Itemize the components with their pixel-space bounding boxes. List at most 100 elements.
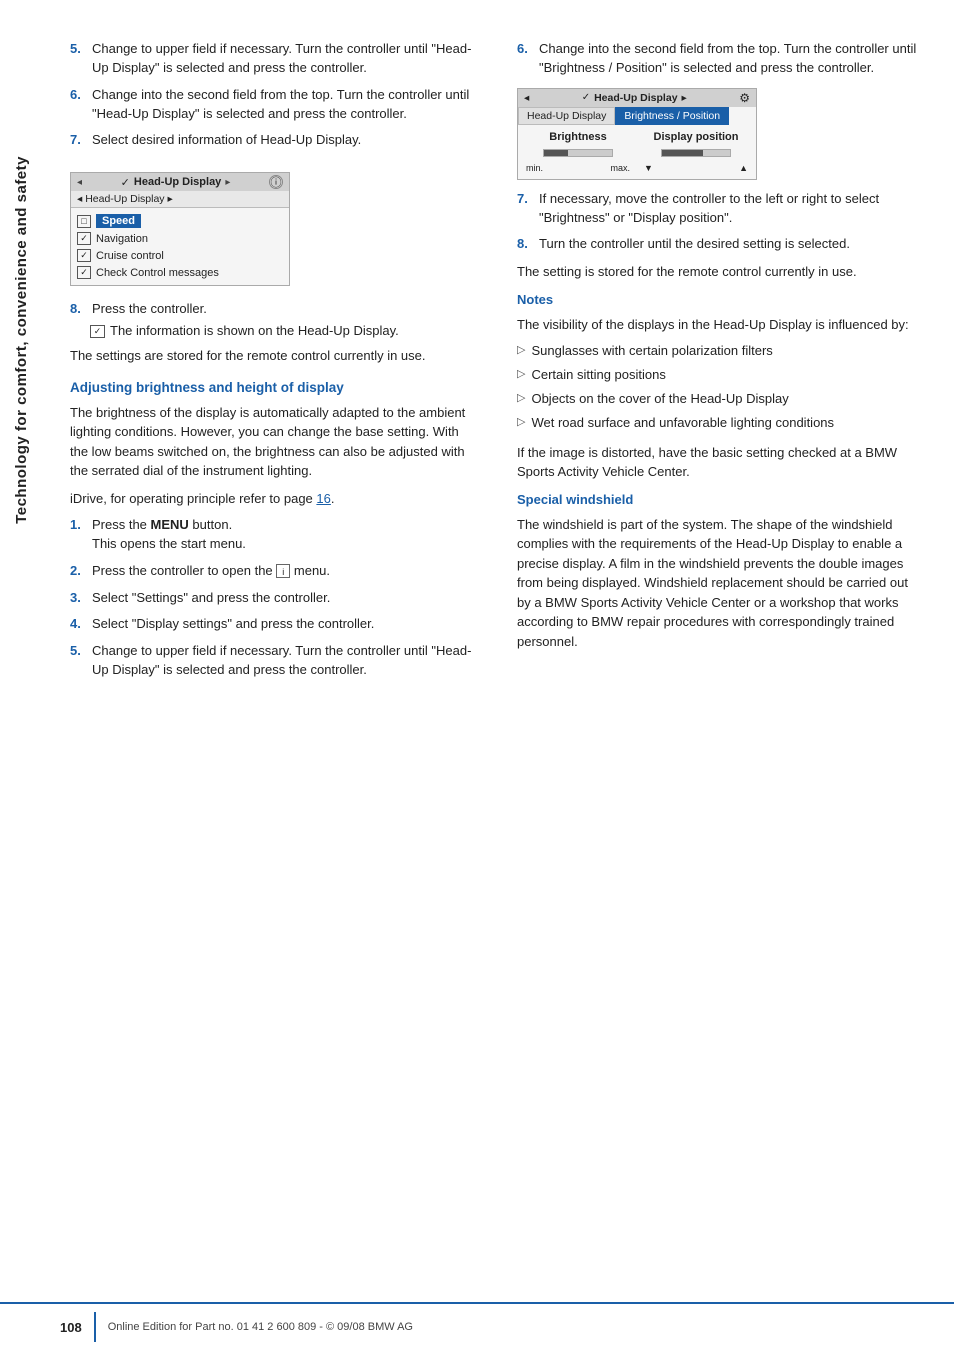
brightness-max-label: max. <box>610 163 630 173</box>
para-brightness-desc: The brightness of the display is automat… <box>70 403 472 481</box>
step-item-8: 8. Press the controller. <box>70 300 472 319</box>
step-2b-text: Press the controller to open the i menu. <box>92 562 330 581</box>
special-windshield-para: The windshield is part of the system. Th… <box>517 515 924 652</box>
hud-title: Head-Up Display <box>134 176 221 188</box>
hud-info-icon: ⓘ <box>269 175 283 189</box>
hud-items: □ Speed ✓ Navigation ✓ Cruise control ✓ … <box>71 208 289 285</box>
hud-second-label: ◂ Head-Up Display ▸ <box>77 193 173 205</box>
step-number-1b: 1. <box>70 516 86 554</box>
hud-second-row: ◂ Head-Up Display ▸ <box>71 191 289 208</box>
step-5-bottom: 5. Change to upper field if necessary. T… <box>70 642 472 680</box>
hud2-tabs: Head-Up Display Brightness / Position <box>518 107 756 125</box>
step-5b-text: Change to upper field if necessary. Turn… <box>92 642 472 680</box>
bullet-arrow-4: ▷ <box>517 415 525 433</box>
hud2-title: Head-Up Display <box>594 92 677 104</box>
hud2-position-labels: ▼ ▲ <box>642 163 750 173</box>
hud2-body: Brightness min. max. Display position <box>518 125 756 179</box>
footer: 108 Online Edition for Part no. 01 41 2 … <box>0 1302 954 1350</box>
hud2-position-col: Display position ▼ ▲ <box>642 131 750 173</box>
step-4b-text: Select "Display settings" and press the … <box>92 615 374 634</box>
bullet-text-2: Certain sitting positions <box>531 366 665 385</box>
step-number-6r: 6. <box>517 40 533 78</box>
steps-bottom-list: 1. Press the MENU button.This opens the … <box>70 516 472 680</box>
hud-top-bar: ◂ ✓ Head-Up Display ▸ ⓘ <box>71 173 289 191</box>
hud2-position-title: Display position <box>642 131 750 143</box>
step-8-check-icon: ✓ <box>90 325 105 338</box>
step-7r-text: If necessary, move the controller to the… <box>539 190 924 228</box>
hud-item-nav-label: Navigation <box>96 233 148 245</box>
step-8r-number: 8. <box>517 235 533 254</box>
steps-top-list: 5. Change to upper field if necessary. T… <box>70 40 472 150</box>
step-1-bottom: 1. Press the MENU button.This opens the … <box>70 516 472 554</box>
position-label-down: ▼ <box>644 163 653 173</box>
step-text: Select desired information of Head-Up Di… <box>92 131 361 150</box>
para-settings-stored: The settings are stored for the remote c… <box>70 346 472 366</box>
hud2-title-area: ✓ Head-Up Display ▸ <box>582 92 687 104</box>
step-number-3b: 3. <box>70 589 86 608</box>
step-4-bottom: 4. Select "Display settings" and press t… <box>70 615 472 634</box>
left-column: 5. Change to upper field if necessary. T… <box>70 40 482 692</box>
step-number-4b: 4. <box>70 615 86 634</box>
hud-item-speed-icon: □ <box>77 215 91 228</box>
right-column: 6. Change into the second field from the… <box>512 40 924 692</box>
step-8-note-container: ✓ The information is shown on the Head-U… <box>90 323 472 338</box>
section-heading-brightness: Adjusting brightness and height of displ… <box>70 380 472 395</box>
position-slider <box>661 149 731 157</box>
bullet-1: ▷ Sunglasses with certain polarization f… <box>517 342 924 361</box>
bullet-arrow-2: ▷ <box>517 367 525 385</box>
menu-bold: MENU <box>151 517 189 532</box>
hud-mockup-2: ◂ ✓ Head-Up Display ▸ ⚙ Head-Up Display … <box>517 88 757 180</box>
step-number: 6. <box>70 86 86 124</box>
notes-heading: Notes <box>517 292 924 307</box>
step-number-5b: 5. <box>70 642 86 680</box>
hud-mockup-1: ◂ ✓ Head-Up Display ▸ ⓘ ◂ Head-Up Displa… <box>70 172 290 286</box>
hud2-brightness-indicator <box>524 149 632 157</box>
hud-arrow-right: ▸ <box>225 177 230 188</box>
step-6r-text: Change into the second field from the to… <box>539 40 924 78</box>
hud2-settings-icon: ⚙ <box>739 91 750 105</box>
step-number: 7. <box>70 131 86 150</box>
step-1b-text: Press the MENU button.This opens the sta… <box>92 516 246 554</box>
hud-item-speed: □ Speed <box>77 212 283 230</box>
step-8-text: Press the controller. <box>92 300 207 319</box>
hud-item-cc-icon: ✓ <box>77 266 91 279</box>
step-3-bottom: 3. Select "Settings" and press the contr… <box>70 589 472 608</box>
hud-item-check-control: ✓ Check Control messages <box>77 264 283 281</box>
bullet-arrow-1: ▷ <box>517 343 525 361</box>
step-number-8: 8. <box>70 300 86 319</box>
step-8-right: 8. Turn the controller until the desired… <box>517 235 924 254</box>
hud2-brightness-col: Brightness min. max. <box>524 131 632 173</box>
hud2-top-bar: ◂ ✓ Head-Up Display ▸ ⚙ <box>518 89 756 107</box>
hud-item-speed-label: Speed <box>96 214 141 228</box>
footer-divider <box>94 1312 96 1342</box>
main-content: 5. Change to upper field if necessary. T… <box>50 0 954 732</box>
hud2-check-icon: ✓ <box>582 92 590 103</box>
notes-para: If the image is distorted, have the basi… <box>517 443 924 482</box>
page-number: 108 <box>60 1320 82 1335</box>
hud-top-bar-center: ✓ Head-Up Display ▸ <box>121 176 231 189</box>
bullet-text-4: Wet road surface and unfavorable lightin… <box>531 414 834 433</box>
step-text: Change to upper field if necessary. Turn… <box>92 40 472 78</box>
hud-item-nav-icon: ✓ <box>77 232 91 245</box>
hud2-arrow-left: ◂ <box>524 92 529 104</box>
notes-intro: The visibility of the displays in the He… <box>517 315 924 335</box>
hud-item-navigation: ✓ Navigation <box>77 230 283 247</box>
step-item-6-top: 6. Change into the second field from the… <box>70 86 472 124</box>
hud-item-cruise-label: Cruise control <box>96 250 164 262</box>
brightness-min-label: min. <box>526 163 543 173</box>
sidebar-text: Technology for comfort, convenience and … <box>13 156 30 524</box>
idrive-link[interactable]: 16 <box>316 491 330 506</box>
hud-item-cruise: ✓ Cruise control <box>77 247 283 264</box>
hud-icon-check: ✓ <box>121 176 130 189</box>
step-7-right: 7. If necessary, move the controller to … <box>517 190 924 228</box>
bullet-4: ▷ Wet road surface and unfavorable light… <box>517 414 924 433</box>
hud2-tab1: Head-Up Display <box>518 107 615 125</box>
step-6-right: 6. Change into the second field from the… <box>517 40 924 78</box>
idrive-ref: iDrive, for operating principle refer to… <box>70 489 472 509</box>
bullet-text-3: Objects on the cover of the Head-Up Disp… <box>531 390 788 409</box>
footer-text: Online Edition for Part no. 01 41 2 600 … <box>108 1321 413 1333</box>
hud2-tab2: Brightness / Position <box>615 107 729 125</box>
position-label-up: ▲ <box>739 163 748 173</box>
right-para1: The setting is stored for the remote con… <box>517 262 924 282</box>
step-2-bottom: 2. Press the controller to open the i me… <box>70 562 472 581</box>
